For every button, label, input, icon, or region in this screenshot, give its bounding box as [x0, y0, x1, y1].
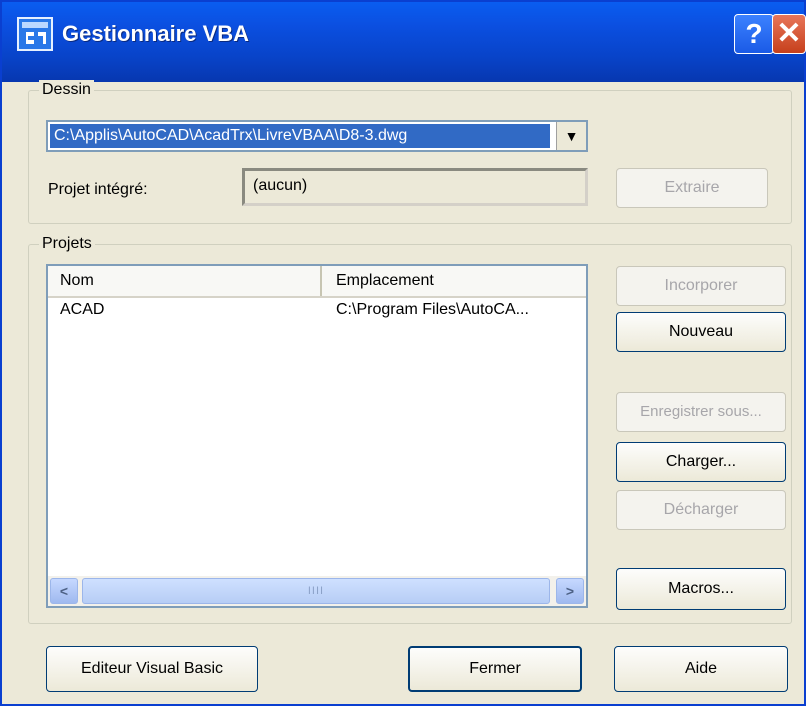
drawing-select[interactable]: C:\Applis\AutoCAD\AcadTrx\LivreVBAA\D8-3…	[46, 120, 588, 152]
list-item-nom: ACAD	[60, 301, 105, 318]
scrollbar-thumb[interactable]: IIII	[82, 578, 550, 604]
help-button[interactable]: ?	[734, 14, 774, 54]
editeur-visual-basic-button[interactable]: Editeur Visual Basic	[46, 646, 258, 692]
enregistrer-sous-button[interactable]: Enregistrer sous...	[616, 392, 786, 432]
projet-integre-field: (aucun)	[242, 168, 588, 206]
list-item-emplacement: C:\Program Files\AutoCA...	[336, 301, 529, 318]
nouveau-button[interactable]: Nouveau	[616, 312, 786, 352]
title-bar[interactable]: Gestionnaire VBA ? ✕	[2, 2, 806, 82]
horizontal-scrollbar[interactable]: < IIII >	[48, 576, 586, 606]
column-header-nom[interactable]: Nom	[48, 266, 322, 296]
close-button[interactable]: ✕	[772, 14, 806, 54]
chevron-left-icon: <	[59, 583, 69, 599]
drawing-select-value: C:\Applis\AutoCAD\AcadTrx\LivreVBAA\D8-3…	[50, 124, 550, 148]
decharger-button[interactable]: Décharger	[616, 490, 786, 530]
aide-button[interactable]: Aide	[614, 646, 788, 692]
scroll-right-button[interactable]: >	[556, 578, 584, 604]
chevron-down-icon: ▼	[564, 128, 579, 144]
vba-manager-dialog: Gestionnaire VBA ? ✕ Dessin C:\Applis\Au…	[0, 0, 806, 706]
projects-list[interactable]: Nom Emplacement ACAD C:\Program Files\Au…	[46, 264, 588, 608]
macros-button[interactable]: Macros...	[616, 568, 786, 610]
dessin-group-title: Dessin	[39, 80, 94, 100]
charger-button[interactable]: Charger...	[616, 442, 786, 482]
incorporer-button[interactable]: Incorporer	[616, 266, 786, 306]
projets-group-title: Projets	[39, 234, 95, 254]
fermer-button[interactable]: Fermer	[408, 646, 582, 692]
extraire-button[interactable]: Extraire	[616, 168, 768, 208]
dropdown-button[interactable]: ▼	[556, 122, 586, 150]
list-item[interactable]: ACAD C:\Program Files\AutoCA...	[48, 298, 586, 322]
list-header: Nom Emplacement	[48, 266, 586, 298]
close-icon: ✕	[776, 17, 802, 50]
window-title: Gestionnaire VBA	[62, 21, 250, 46]
projet-integre-label: Projet intégré:	[48, 181, 148, 198]
vba-manager-icon	[16, 16, 54, 52]
column-header-emplacement[interactable]: Emplacement	[324, 266, 586, 296]
scroll-left-button[interactable]: <	[50, 578, 78, 604]
chevron-right-icon: >	[565, 583, 575, 599]
